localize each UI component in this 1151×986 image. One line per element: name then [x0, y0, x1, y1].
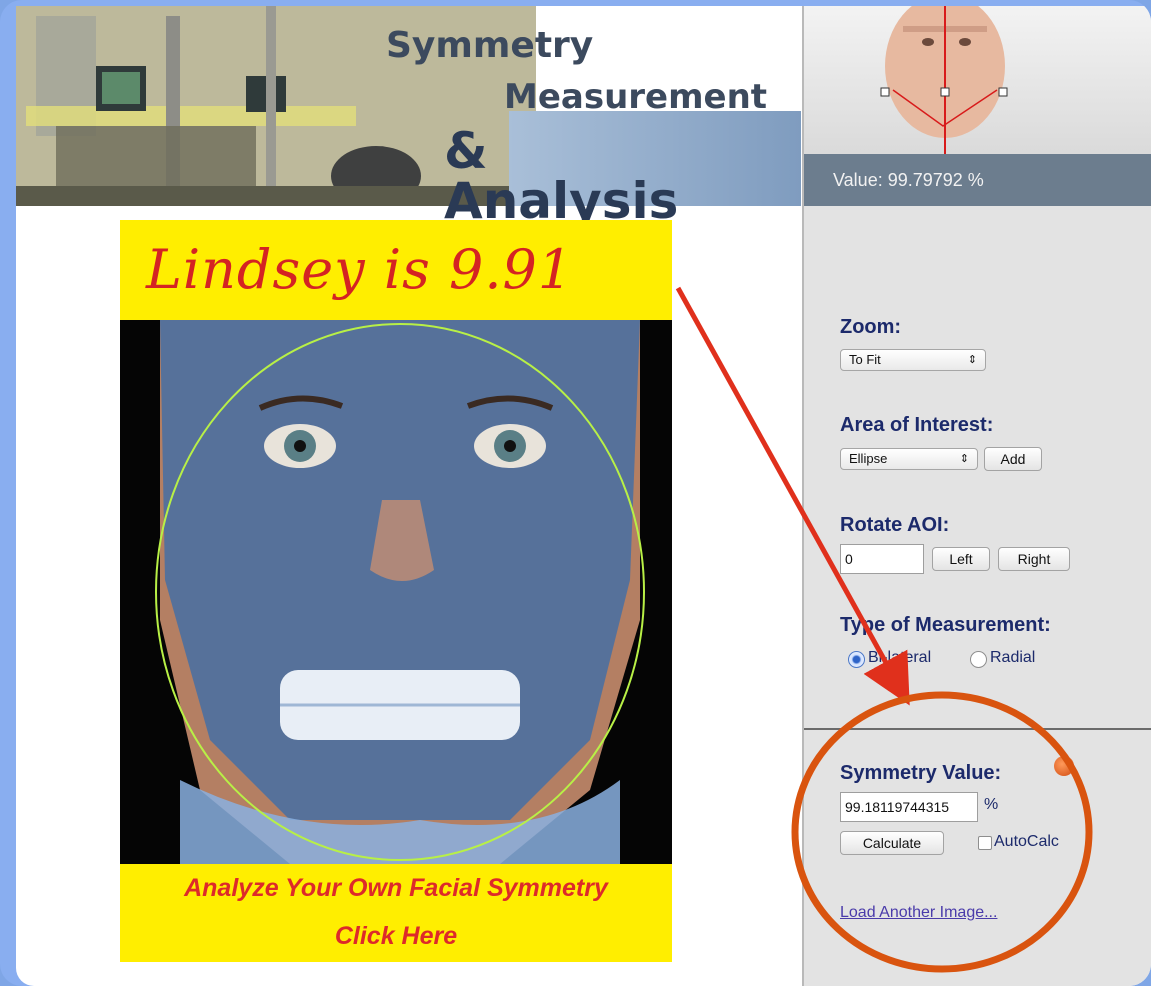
rotate-label: Rotate AOI: [840, 514, 950, 536]
autocalc-label[interactable]: AutoCalc [994, 833, 1059, 851]
bilateral-label[interactable]: Bi-lateral [868, 649, 931, 667]
control-panel: Zoom: To Fit ⇕ Area of Interest: Ellipse… [804, 206, 1151, 986]
measurement-type-label: Type of Measurement: [840, 614, 1051, 636]
autocalc-checkbox[interactable] [978, 836, 992, 850]
cta-line-1[interactable]: Analyze Your Own Facial Symmetry [120, 864, 672, 912]
symmetry-value-field[interactable]: 99.18119744315 [840, 792, 978, 822]
panel-divider [804, 728, 1151, 730]
face-thumbnail-illustration [880, 6, 1008, 154]
face-thumbnail [803, 6, 1151, 154]
aoi-select[interactable]: Ellipse ⇕ [840, 448, 978, 470]
rotate-left-button[interactable]: Left [932, 547, 990, 571]
percent-sign: % [984, 796, 999, 813]
zoom-select[interactable]: To Fit ⇕ [840, 349, 986, 371]
load-another-image-link[interactable]: Load Another Image... [840, 904, 997, 922]
header-value: Value: 99.79792 % [803, 154, 1151, 206]
title-line-3: & Analysis [444, 122, 679, 230]
page-content: Symmetry Measurement & Analysis Value: 9 [16, 6, 1151, 986]
cta-banner[interactable]: Analyze Your Own Facial Symmetry Click H… [120, 864, 672, 962]
rotate-right-button[interactable]: Right [998, 547, 1070, 571]
symmetry-value-label: Symmetry Value: [840, 762, 1002, 784]
face-skull-overlay [120, 320, 672, 864]
title-banner: Lindsey is 9.91 [120, 220, 672, 320]
add-button[interactable]: Add [984, 447, 1042, 471]
face-photo [120, 320, 672, 864]
aoi-select-value: Ellipse [849, 451, 888, 466]
select-arrows-icon: ⇕ [959, 453, 969, 465]
title-line-2: Measurement [504, 77, 768, 117]
subject-image: Lindsey is 9.91 Analyze Your Own Facial … [120, 220, 672, 962]
radial-label[interactable]: Radial [990, 649, 1035, 667]
zoom-label: Zoom: [840, 316, 902, 338]
calculate-button[interactable]: Calculate [840, 831, 944, 855]
zoom-select-value: To Fit [849, 352, 881, 367]
aoi-label: Area of Interest: [840, 414, 994, 436]
rotate-input[interactable]: 0 [840, 544, 924, 574]
header: Symmetry Measurement & Analysis Value: 9 [16, 6, 1151, 226]
title-line-1: Symmetry [386, 25, 594, 66]
radial-radio[interactable] [970, 651, 987, 668]
bilateral-radio[interactable] [848, 651, 865, 668]
subject-score-title: Lindsey is 9.91 [146, 238, 574, 301]
cta-line-2[interactable]: Click Here [120, 912, 672, 960]
column-separator [802, 6, 804, 986]
info-icon[interactable] [1054, 756, 1074, 776]
window-frame: Symmetry Measurement & Analysis Value: 9 [0, 0, 1151, 986]
select-arrows-icon: ⇕ [967, 354, 977, 366]
